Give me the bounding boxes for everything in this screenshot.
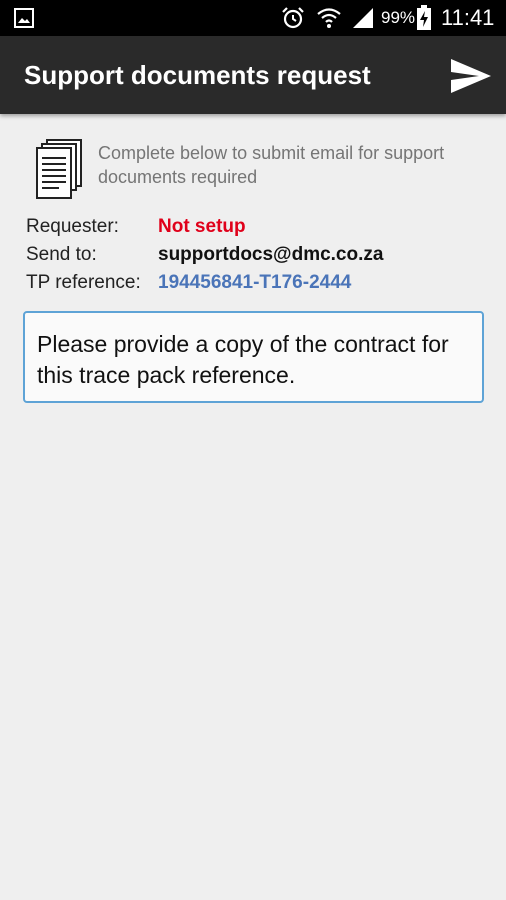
status-clock: 11:41	[441, 5, 495, 30]
tp-reference-label: TP reference:	[26, 272, 141, 293]
battery-percent: 99%	[381, 8, 416, 27]
requester-label: Requester:	[26, 216, 119, 237]
gallery-icon	[14, 8, 34, 33]
status-bar: 99% 11:41	[0, 0, 506, 36]
signal-icon	[351, 7, 375, 34]
message-input[interactable]: Please provide a copy of the contract fo…	[23, 311, 484, 403]
send-to-label: Send to:	[26, 244, 97, 265]
battery-charging-icon	[416, 5, 432, 36]
send-to-value: supportdocs@dmc.co.za	[158, 244, 384, 265]
wifi-icon	[316, 5, 342, 36]
tp-reference-value: 194456841-T176-2444	[158, 272, 352, 293]
send-button[interactable]	[446, 54, 496, 98]
page-title: Support documents request	[24, 60, 371, 90]
alarm-icon	[281, 6, 305, 35]
app-bar: Support documents request	[0, 36, 506, 114]
requester-value: Not setup	[158, 216, 246, 237]
documents-icon	[33, 138, 85, 207]
send-icon	[451, 59, 491, 93]
intro-text: Complete below to submit email for suppo…	[98, 143, 445, 187]
